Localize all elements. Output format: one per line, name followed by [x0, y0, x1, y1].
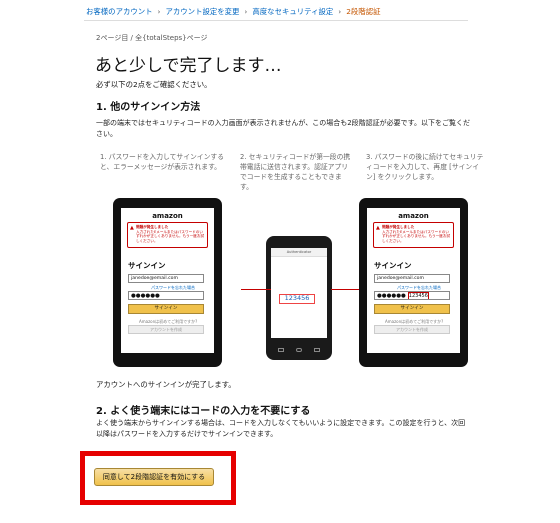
warning-icon: ▲ — [130, 225, 134, 231]
tablet-screen: amazon ▲ 問題が発生しました 入力されたEメールまたはパスワードのいずれ… — [367, 208, 460, 353]
amazon-logo: amazon — [398, 212, 429, 220]
password-dots: ●●●●●● — [377, 293, 406, 299]
breadcrumb-account[interactable]: お客様のアカウント — [86, 7, 153, 16]
phone-illustration: Authenticator 123456 — [266, 236, 332, 360]
create-account-button: アカウントを作成 — [128, 325, 204, 334]
step-1-caption: 1. パスワードを入力してサインインすると、エラーメッセージが表示されます。 — [100, 153, 224, 171]
alert-text: 入力されたEメールまたはパスワードのいずれかが正しくありません。もう一度お試しく… — [136, 229, 205, 243]
email-field: janedoe@email.com — [128, 274, 204, 283]
password-field: ●●●●●● 123456 — [374, 291, 450, 300]
breadcrumb: お客様のアカウント › アカウント設定を変更 › 高度なセキュリティ設定 › 2段階認証 — [86, 7, 381, 16]
warning-icon: ▲ — [376, 225, 380, 231]
divider — [84, 20, 468, 21]
tablet-screen: amazon ▲ 問題が発生しました 入力されたEメールまたはパスワードのいずれ… — [121, 208, 214, 353]
signin-button: サインイン — [128, 304, 204, 314]
step-indicator: 2ページ目 / 全{totalSteps}ページ — [96, 34, 208, 42]
signin-button: サインイン — [374, 304, 450, 314]
error-alert: ▲ 問題が発生しました 入力されたEメールまたはパスワードのいずれかが正しくあり… — [373, 222, 454, 248]
email-field: janedoe@email.com — [374, 274, 450, 283]
page-title: あと少しで完了します… — [95, 56, 282, 76]
code-display: 123456 — [279, 294, 315, 304]
signin-heading: サインイン — [128, 261, 166, 270]
signin-complete-text: アカウントへのサインインが完了します。 — [96, 380, 236, 389]
enable-2sv-button[interactable]: 同意して2段階認証を有効にする — [94, 468, 214, 486]
step-2-caption: 2. セキュリティコードが第一段の携帯電話に送信されます。認証アプリでコードを生… — [240, 153, 351, 191]
tablet-illustration-1: amazon ▲ 問題が発生しました 入力されたEメールまたはパスワードのいずれ… — [113, 198, 222, 367]
step-3-caption: 3. パスワードの後に続けてセキュリティコードを入力して、再度 [サインイン] … — [366, 153, 484, 181]
error-alert: ▲ 問題が発生しました 入力されたEメールまたはパスワードのいずれかが正しくあり… — [127, 222, 208, 248]
signin-heading: サインイン — [374, 261, 412, 270]
app-header: Authenticator — [271, 248, 327, 257]
alert-text: 入力されたEメールまたはパスワードのいずれかが正しくありません。もう一度お試しく… — [382, 229, 451, 243]
phone-screen: Authenticator 123456 — [271, 248, 327, 338]
section2-heading: 2. よく使う端末にはコードの入力を不要にする — [96, 406, 311, 417]
breadcrumb-security[interactable]: 高度なセキュリティ設定 — [252, 7, 333, 16]
breadcrumb-settings[interactable]: アカウント設定を変更 — [166, 7, 240, 16]
code-highlight: 123456 — [407, 292, 429, 299]
intro-text: 必ず以下の2点をご確認ください。 — [96, 80, 212, 89]
section2-body: よく使う端末からサインインする場合は、コードを入力しなくてもいいように設定できま… — [96, 419, 466, 438]
section1-body: 一部の端末ではセキュリティコードの入力画面が表示されませんが、この場合も2段階認… — [96, 119, 470, 138]
section1-heading: 1. 他のサインイン方法 — [96, 102, 201, 113]
nav-buttons — [278, 348, 320, 353]
recent-icon — [314, 348, 320, 352]
password-field: ●●●●●● — [128, 291, 204, 300]
tablet-illustration-2: amazon ▲ 問題が発生しました 入力されたEメールまたはパスワードのいずれ… — [359, 198, 468, 367]
amazon-logo: amazon — [152, 212, 183, 220]
back-icon — [278, 348, 284, 352]
home-icon — [296, 348, 302, 352]
create-account-button: アカウントを作成 — [374, 325, 450, 334]
breadcrumb-current: 2段階認証 — [346, 7, 381, 16]
connector-line — [241, 289, 271, 290]
